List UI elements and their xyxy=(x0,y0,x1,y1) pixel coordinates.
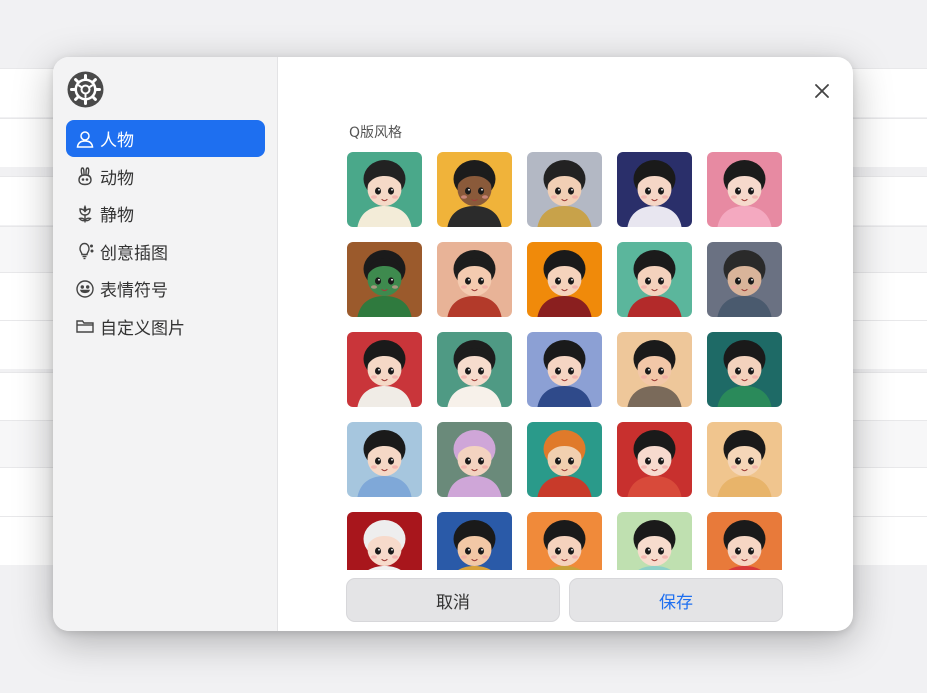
section-title: Q版风格 xyxy=(349,125,403,141)
cartoon-figure-illustration xyxy=(707,512,782,570)
avatar-thumbnail[interactable] xyxy=(527,242,602,317)
settings-gear-logo-icon xyxy=(67,71,104,108)
avatar-thumbnail[interactable] xyxy=(527,512,602,570)
folder-icon xyxy=(74,315,96,337)
sidebar-item-animals[interactable]: 动物 xyxy=(66,158,265,195)
cartoon-figure-illustration xyxy=(527,512,602,570)
cartoon-figure-illustration xyxy=(617,332,692,407)
avatar-thumbnail[interactable] xyxy=(437,152,512,227)
avatar-thumbnail[interactable] xyxy=(707,422,782,497)
cartoon-figure-illustration xyxy=(347,332,422,407)
avatar-thumbnail[interactable] xyxy=(437,422,512,497)
close-icon xyxy=(815,83,829,102)
avatar-thumbnail[interactable] xyxy=(437,332,512,407)
avatar-thumbnail[interactable] xyxy=(617,512,692,570)
avatar-thumbnail[interactable] xyxy=(527,332,602,407)
cartoon-figure-illustration xyxy=(527,332,602,407)
cartoon-figure-illustration xyxy=(437,332,512,407)
cartoon-figure-illustration xyxy=(707,332,782,407)
cartoon-figure-illustration xyxy=(617,152,692,227)
sidebar-item-custom-image[interactable]: 自定义图片 xyxy=(66,308,265,345)
smiley-icon xyxy=(74,278,96,300)
cartoon-figure-illustration xyxy=(347,512,422,570)
cartoon-figure-illustration xyxy=(347,152,422,227)
sidebar-item-label: 创意插图 xyxy=(100,243,168,264)
avatar-thumbnail[interactable] xyxy=(347,152,422,227)
category-nav: 人物 动物 静物 创意插图 表情符号 自定义图片 xyxy=(66,120,265,345)
avatar-thumbnail[interactable] xyxy=(527,152,602,227)
sidebar-item-people[interactable]: 人物 xyxy=(66,120,265,157)
sidebar-item-label: 静物 xyxy=(100,206,134,226)
cartoon-figure-illustration xyxy=(437,152,512,227)
person-icon xyxy=(74,128,96,150)
rabbit-icon xyxy=(74,165,96,187)
close-button[interactable] xyxy=(807,77,837,107)
sidebar-item-label: 自定义图片 xyxy=(100,318,185,339)
sidebar-item-label: 人物 xyxy=(100,131,134,151)
avatar-thumbnail[interactable] xyxy=(707,512,782,570)
bulb-icon xyxy=(74,240,96,262)
avatar-thumbnail[interactable] xyxy=(707,332,782,407)
category-sidebar: 人物 动物 静物 创意插图 表情符号 自定义图片 xyxy=(53,57,278,631)
cartoon-figure-illustration xyxy=(437,242,512,317)
cartoon-figure-illustration xyxy=(617,242,692,317)
cancel-button[interactable]: 取消 xyxy=(346,578,560,622)
avatar-picker-dialog: 人物 动物 静物 创意插图 表情符号 自定义图片 Q版风格 取消 保存 xyxy=(53,57,853,631)
avatar-grid-scroll[interactable] xyxy=(345,151,785,570)
sidebar-item-still-life[interactable]: 静物 xyxy=(66,195,265,232)
sidebar-item-label: 动物 xyxy=(100,168,134,189)
avatar-thumbnail[interactable] xyxy=(617,242,692,317)
cartoon-figure-illustration xyxy=(527,152,602,227)
avatar-thumbnail[interactable] xyxy=(617,422,692,497)
cartoon-figure-illustration xyxy=(437,422,512,497)
cartoon-figure-illustration xyxy=(347,242,422,317)
cartoon-figure-illustration xyxy=(347,422,422,497)
cartoon-figure-illustration xyxy=(707,242,782,317)
cartoon-figure-illustration xyxy=(617,422,692,497)
avatar-thumbnail[interactable] xyxy=(617,152,692,227)
cartoon-figure-illustration xyxy=(707,422,782,497)
avatar-thumbnail[interactable] xyxy=(347,332,422,407)
cartoon-figure-illustration xyxy=(707,152,782,227)
avatar-thumbnail[interactable] xyxy=(707,152,782,227)
sidebar-item-creative-illustration[interactable]: 创意插图 xyxy=(66,233,265,270)
cartoon-figure-illustration xyxy=(617,512,692,570)
avatar-thumbnail[interactable] xyxy=(527,422,602,497)
flower-icon xyxy=(74,203,96,225)
avatar-thumbnail[interactable] xyxy=(707,242,782,317)
avatar-thumbnail[interactable] xyxy=(437,512,512,570)
avatar-thumbnail[interactable] xyxy=(347,422,422,497)
save-button[interactable]: 保存 xyxy=(569,578,783,622)
cartoon-figure-illustration xyxy=(527,422,602,497)
avatar-thumbnail[interactable] xyxy=(617,332,692,407)
cartoon-figure-illustration xyxy=(527,242,602,317)
avatar-thumbnail[interactable] xyxy=(347,242,422,317)
sidebar-item-emoji[interactable]: 表情符号 xyxy=(66,270,265,307)
avatar-thumbnail[interactable] xyxy=(437,242,512,317)
sidebar-item-label: 表情符号 xyxy=(100,281,168,301)
avatar-thumbnail[interactable] xyxy=(347,512,422,570)
cartoon-figure-illustration xyxy=(437,512,512,570)
